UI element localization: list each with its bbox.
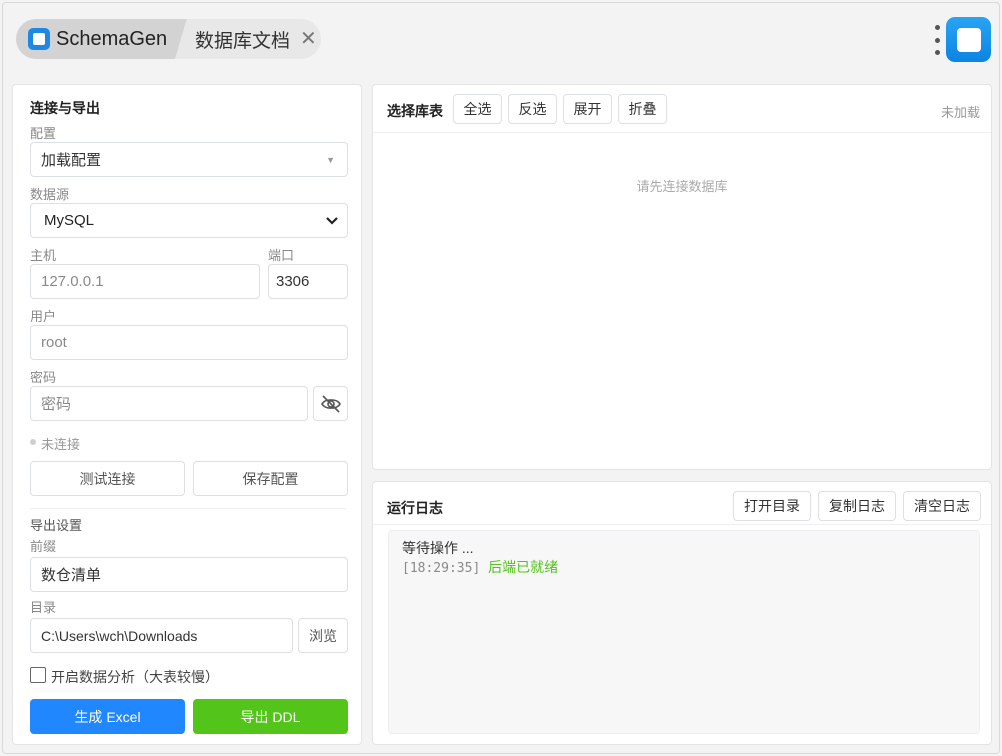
caret-down-icon: ▼ xyxy=(326,154,335,165)
tab-bar: SchemaGen 数据库文档 ✕ xyxy=(3,3,1001,73)
datasource-select-value: MySQL xyxy=(44,212,95,229)
test-connection-button[interactable]: 测试连接 xyxy=(30,461,185,496)
invert-selection-button[interactable]: 反选 xyxy=(508,94,557,124)
expand-button[interactable]: 展开 xyxy=(563,94,612,124)
section-divider xyxy=(30,508,346,509)
app-window: SchemaGen 数据库文档 ✕ 连接与导出 配置 加载配置 ▼ 数据源 My… xyxy=(2,2,1000,754)
datasource-select[interactable]: MySQL xyxy=(30,203,348,238)
datasource-label: 数据源 xyxy=(30,187,70,202)
more-menu-icon[interactable] xyxy=(933,25,941,55)
log-message: 后端已就绪 xyxy=(488,559,559,575)
table-select-panel: 选择库表 全选 反选 展开 折叠 未加载 请先连接数据库 xyxy=(372,84,992,470)
log-line: [18:29:35] 后端已就绪 xyxy=(402,558,966,578)
log-panel: 运行日志 打开目录 复制日志 清空日志 等待操作 ... [18:29:35] … xyxy=(372,481,992,745)
copy-log-button[interactable]: 复制日志 xyxy=(818,491,896,521)
port-label: 端口 xyxy=(268,248,295,263)
connection-export-panel: 连接与导出 配置 加载配置 ▼ 数据源 MySQL 主机 127.0.0.1 端… xyxy=(12,84,362,745)
toggle-password-visibility-button[interactable] xyxy=(313,386,348,421)
dir-value: C:\Users\wch\Downloads xyxy=(41,627,198,644)
panel-title: 连接与导出 xyxy=(30,100,100,116)
config-label: 配置 xyxy=(30,126,57,141)
load-status: 未加载 xyxy=(940,105,980,120)
prefix-label: 前缀 xyxy=(30,539,57,554)
chevron-down-icon xyxy=(326,216,338,225)
log-timestamp: [18:29:35] xyxy=(402,561,481,576)
select-all-button[interactable]: 全选 xyxy=(453,94,502,124)
analysis-checkbox[interactable] xyxy=(30,667,46,683)
host-placeholder: 127.0.0.1 xyxy=(41,273,104,290)
export-settings-title: 导出设置 xyxy=(30,518,83,533)
log-line-waiting: 等待操作 ... xyxy=(402,540,474,556)
password-label: 密码 xyxy=(30,370,57,385)
close-icon[interactable]: ✕ xyxy=(300,29,317,49)
port-input[interactable]: 3306 xyxy=(268,264,348,299)
tab-database-doc[interactable]: 数据库文档 ✕ xyxy=(175,19,321,59)
password-input[interactable]: 密码 xyxy=(30,386,308,421)
brand-logo-icon[interactable] xyxy=(946,17,991,62)
generate-excel-button[interactable]: 生成 Excel xyxy=(30,699,185,734)
tab-label: 数据库文档 xyxy=(195,30,291,52)
clear-log-button[interactable]: 清空日志 xyxy=(903,491,981,521)
save-config-button[interactable]: 保存配置 xyxy=(193,461,348,496)
log-output[interactable]: 等待操作 ... [18:29:35] 后端已就绪 xyxy=(388,530,980,734)
config-select-value: 加载配置 xyxy=(41,152,102,169)
prefix-value: 数仓清单 xyxy=(41,567,102,584)
user-input[interactable]: root xyxy=(30,325,348,360)
host-input[interactable]: 127.0.0.1 xyxy=(30,264,260,299)
header-divider xyxy=(373,132,991,133)
open-dir-button[interactable]: 打开目录 xyxy=(733,491,811,521)
panel-title: 选择库表 xyxy=(387,103,443,119)
header-divider xyxy=(373,524,991,525)
app-name: SchemaGen xyxy=(56,27,168,50)
panel-title: 运行日志 xyxy=(387,500,443,516)
user-placeholder: root xyxy=(41,334,67,351)
prefix-input[interactable]: 数仓清单 xyxy=(30,557,348,592)
dir-label: 目录 xyxy=(30,600,57,615)
eye-off-icon xyxy=(320,394,341,413)
export-ddl-button[interactable]: 导出 DDL xyxy=(193,699,348,734)
browse-button[interactable]: 浏览 xyxy=(298,618,348,653)
connection-status: 未连接 xyxy=(41,437,81,452)
user-label: 用户 xyxy=(30,309,57,324)
analysis-checkbox-label: 开启数据分析（大表较慢） xyxy=(51,669,219,685)
password-placeholder: 密码 xyxy=(41,396,72,413)
config-select[interactable]: 加载配置 ▼ xyxy=(30,142,348,177)
collapse-button[interactable]: 折叠 xyxy=(618,94,667,124)
status-dot-icon xyxy=(30,439,36,445)
tab-app[interactable]: SchemaGen xyxy=(16,19,194,59)
port-value: 3306 xyxy=(276,273,310,290)
dir-input[interactable]: C:\Users\wch\Downloads xyxy=(30,618,293,653)
app-logo-icon xyxy=(28,28,50,50)
empty-state-text: 请先连接数据库 xyxy=(636,179,728,194)
host-label: 主机 xyxy=(30,248,57,263)
